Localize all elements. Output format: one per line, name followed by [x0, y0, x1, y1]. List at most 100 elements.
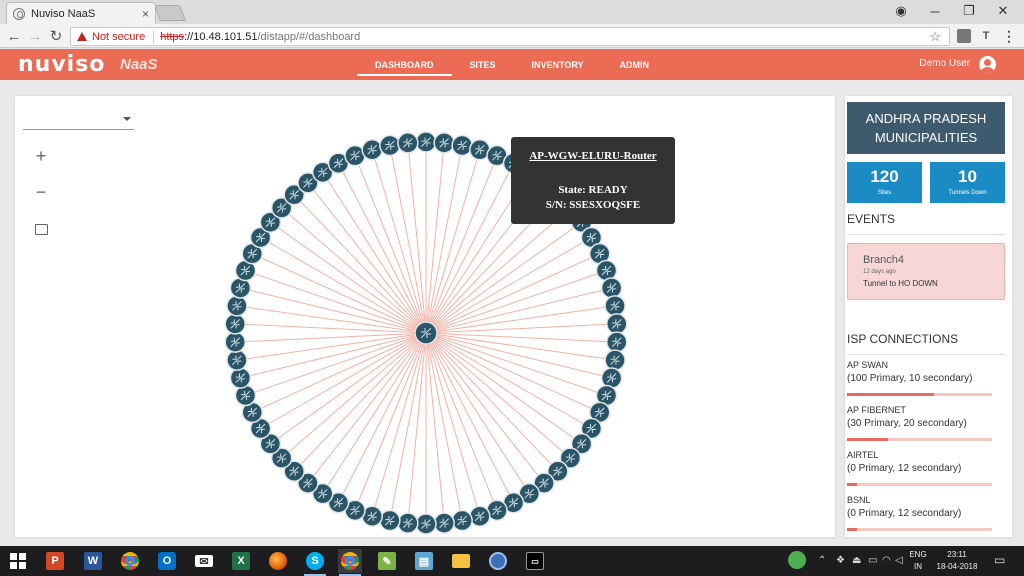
node-tooltip: AP-WGW-ELURU-Router State: READY S/N: SS…: [511, 137, 675, 224]
wifi-icon[interactable]: ◠: [882, 555, 891, 566]
dropbox-icon[interactable]: ❖: [836, 555, 845, 566]
tooltip-state: State: READY: [558, 184, 628, 196]
events-title: EVENTS: [847, 212, 896, 226]
router-node-icon[interactable]: [224, 331, 246, 353]
router-node-icon[interactable]: [606, 313, 628, 335]
powerpoint-icon[interactable]: P: [43, 549, 67, 573]
tunnel-link: [425, 221, 582, 334]
tunnel-link: [407, 332, 427, 524]
router-node-icon[interactable]: [397, 512, 419, 534]
tunnel-link: [425, 332, 498, 511]
event-name: Branch4: [863, 254, 904, 266]
language-code[interactable]: ENG: [906, 550, 930, 559]
tunnel-link: [425, 142, 445, 334]
isp-name: AP FIBERNET: [847, 405, 906, 415]
usb-icon[interactable]: ⏏: [852, 555, 861, 566]
tunnel-link: [281, 207, 427, 334]
router-node-icon[interactable]: [451, 134, 473, 157]
clock-time[interactable]: 23:11: [932, 550, 982, 559]
isp-usage-bar: [847, 483, 992, 486]
router-node-icon[interactable]: [469, 505, 491, 528]
tunnel-link: [425, 207, 571, 334]
tunnel-link: [270, 332, 427, 445]
isp-usage-bar: [847, 438, 992, 441]
isp-detail: (0 Primary, 12 secondary): [847, 508, 962, 519]
router-node-icon[interactable]: [604, 349, 626, 371]
router-node-icon[interactable]: [226, 349, 248, 371]
router-node-icon[interactable]: [379, 509, 401, 532]
mail-icon[interactable]: ✉: [192, 549, 216, 573]
clock-date[interactable]: 18-04-2018: [932, 562, 982, 571]
router-node-icon[interactable]: [415, 131, 437, 153]
isp-name: BSNL: [847, 495, 871, 505]
isp-usage-fill: [847, 438, 888, 441]
skype-icon[interactable]: S: [303, 549, 327, 576]
tunnels-down-label: Tunnels Down: [948, 190, 987, 196]
tunnel-link: [354, 332, 427, 511]
notifications-icon[interactable]: ▭: [994, 553, 1005, 567]
isp-title: ISP CONNECTIONS: [847, 332, 959, 346]
isp-usage-fill: [847, 528, 858, 531]
alert-badge-icon[interactable]: [788, 551, 806, 569]
isp-usage-fill: [847, 393, 934, 396]
isp-row[interactable]: BSNL (0 Primary, 12 secondary): [847, 495, 992, 531]
isp-row[interactable]: AIRTEL (0 Primary, 12 secondary): [847, 450, 992, 486]
router-node-icon[interactable]: [224, 313, 246, 335]
event-time: 12 days ago: [863, 269, 896, 275]
sites-label: Sites: [877, 190, 892, 196]
router-node-icon[interactable]: [606, 331, 628, 353]
router-node-icon[interactable]: [451, 509, 473, 532]
outlook-icon[interactable]: O: [155, 549, 179, 573]
chevron-up-icon[interactable]: ⌃: [818, 555, 826, 566]
tunnel-link: [354, 155, 427, 334]
router-node-icon[interactable]: [433, 512, 455, 534]
tunnel-link: [293, 332, 427, 472]
router-node-icon[interactable]: [379, 134, 401, 157]
event-card[interactable]: Branch4 12 days ago Tunnel to HO DOWN: [847, 243, 1005, 300]
router-node-icon[interactable]: [433, 132, 455, 154]
sites-stat[interactable]: 120 Sites: [847, 162, 922, 203]
router-node-icon[interactable]: [415, 513, 437, 535]
isp-row[interactable]: AP FIBERNET (30 Primary, 20 secondary): [847, 405, 992, 441]
tunnel-link: [425, 332, 582, 445]
isp-detail: (0 Primary, 12 secondary): [847, 463, 962, 474]
firefox-icon[interactable]: [266, 549, 290, 573]
router-node-icon[interactable]: [600, 277, 623, 299]
battery-icon[interactable]: ▭: [868, 555, 877, 566]
hub-router-node-icon[interactable]: [414, 321, 438, 345]
file-explorer-icon[interactable]: [449, 549, 473, 573]
tunnels-down-stat[interactable]: 10 Tunnels Down: [930, 162, 1005, 203]
tunnel-link: [425, 332, 545, 484]
tunnel-link: [425, 155, 498, 334]
router-node-icon[interactable]: [226, 295, 248, 317]
tunnel-link: [270, 221, 427, 334]
tunnel-link: [307, 332, 427, 484]
tunnel-link: [425, 332, 559, 472]
router-node-icon[interactable]: [361, 138, 383, 161]
router-node-icon[interactable]: [604, 295, 626, 317]
archive-icon[interactable]: ▤: [412, 549, 436, 573]
tunnel-link: [407, 142, 427, 334]
region-title: ANDHRA PRADESH MUNICIPALITIES: [847, 102, 1005, 154]
notepad-icon[interactable]: ✎: [375, 549, 399, 573]
isp-usage-bar: [847, 528, 992, 531]
network-app-icon[interactable]: [486, 549, 510, 573]
tunnel-link: [371, 332, 427, 517]
isp-detail: (30 Primary, 20 secondary): [847, 418, 967, 429]
chrome-icon[interactable]: [118, 549, 142, 573]
excel-icon[interactable]: X: [229, 549, 253, 573]
tunnel-link: [425, 332, 445, 524]
terminal-icon[interactable]: ▭: [523, 549, 547, 573]
chrome-active-icon[interactable]: [338, 549, 362, 576]
router-node-icon[interactable]: [397, 132, 419, 154]
tunnels-down-count: 10: [958, 167, 977, 186]
windows-start-icon[interactable]: [10, 553, 26, 569]
router-node-icon[interactable]: [229, 367, 252, 389]
isp-usage-fill: [847, 483, 858, 486]
tunnel-link: [425, 149, 481, 334]
language-region[interactable]: IN: [906, 562, 930, 571]
word-icon[interactable]: W: [81, 549, 105, 573]
volume-icon[interactable]: ◁: [895, 555, 903, 566]
tunnel-link: [425, 332, 571, 459]
isp-row[interactable]: AP SWAN (100 Primary, 10 secondary): [847, 360, 992, 396]
